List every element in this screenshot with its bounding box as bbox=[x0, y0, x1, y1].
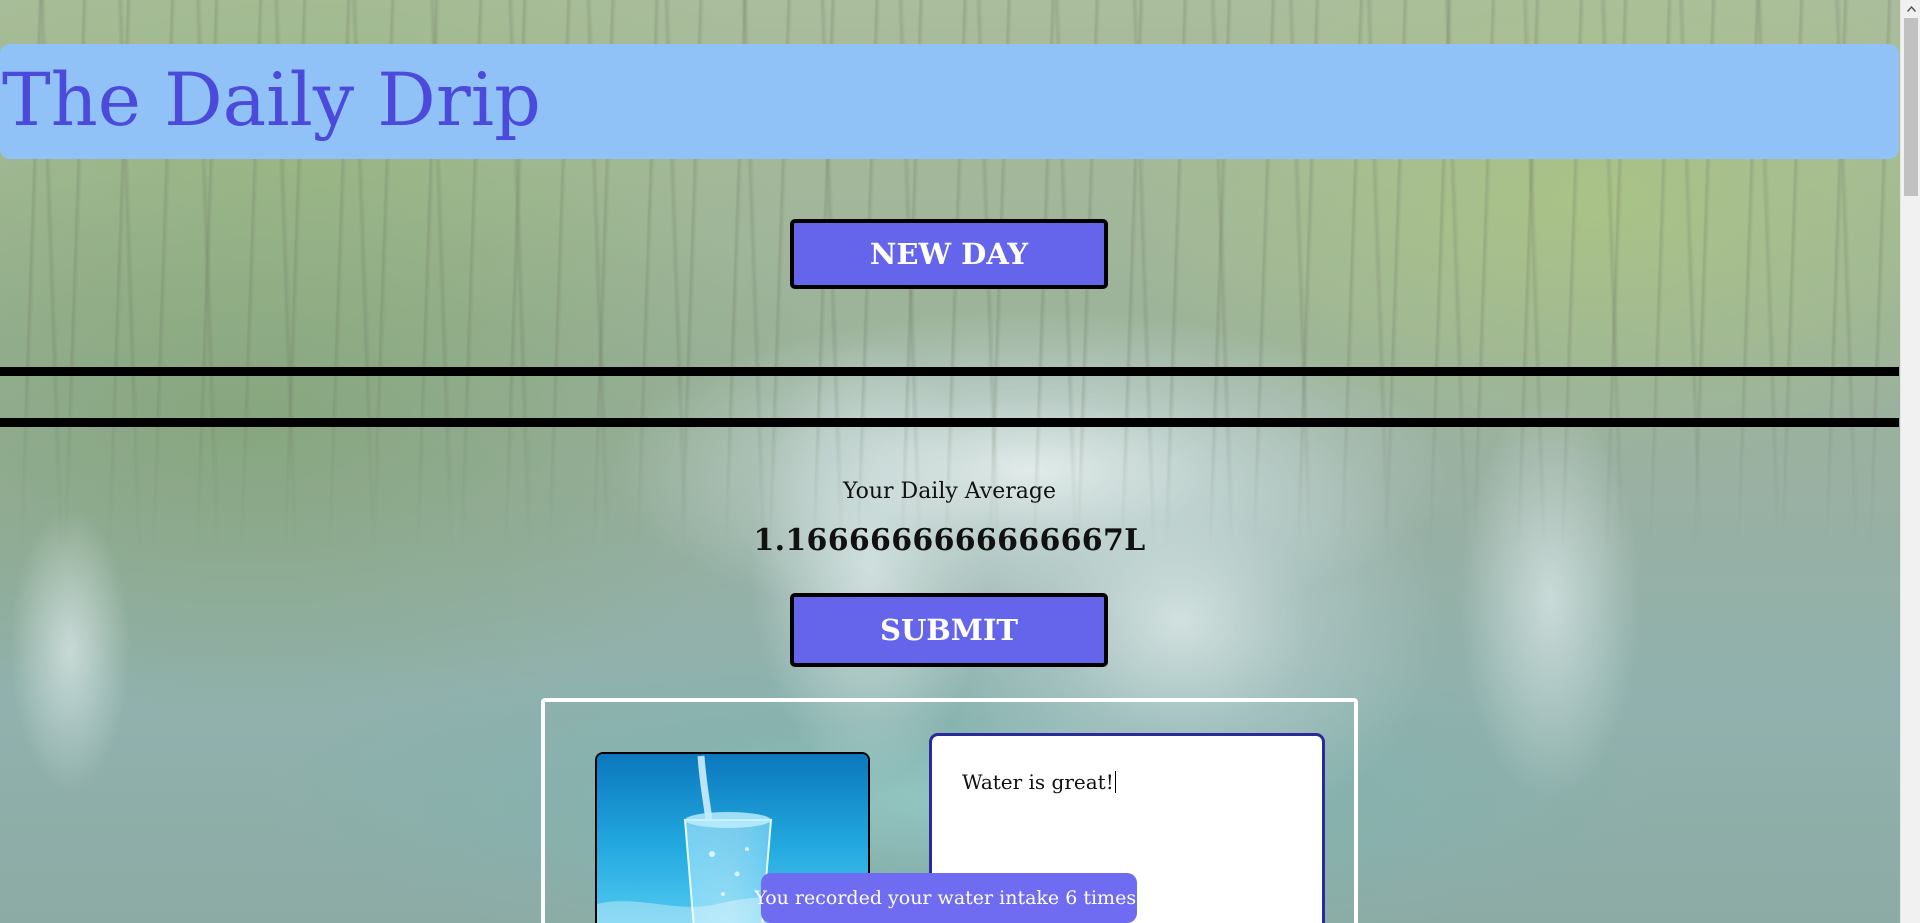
divider-top bbox=[0, 367, 1899, 376]
page-scrollbar[interactable] bbox=[1900, 0, 1920, 923]
new-day-button[interactable]: NEW DAY bbox=[790, 219, 1108, 289]
daily-average-label: Your Daily Average bbox=[843, 479, 1056, 504]
note-text: Water is great! bbox=[962, 770, 1114, 794]
toast-notification: You recorded your water intake 6 times! bbox=[754, 873, 1144, 923]
site-title: The Daily Drip bbox=[2, 58, 541, 143]
daily-average-value: 1.1666666666666667L bbox=[753, 523, 1146, 558]
text-caret bbox=[1114, 771, 1116, 793]
scrollbar-thumb[interactable] bbox=[1904, 18, 1918, 196]
submit-button[interactable]: SUBMIT bbox=[790, 593, 1108, 667]
chevron-up-icon[interactable] bbox=[1901, 0, 1920, 17]
app-viewport: The Daily Drip NEW DAY Your Daily Averag… bbox=[0, 0, 1920, 923]
divider-bottom bbox=[0, 418, 1899, 427]
